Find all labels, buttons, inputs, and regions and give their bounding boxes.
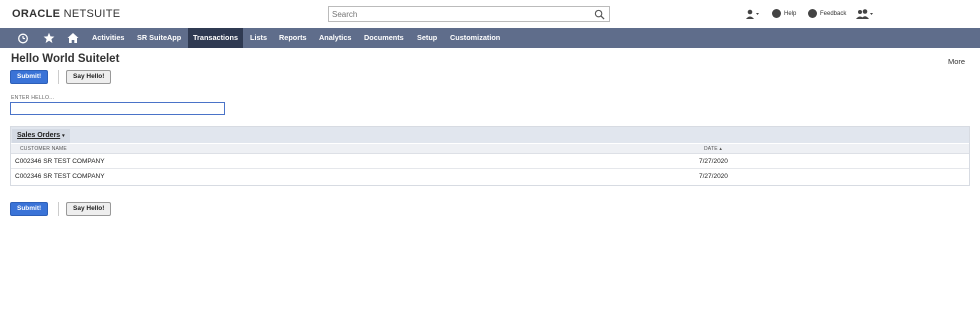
enter-hello-label: ENTER HELLO... <box>11 95 55 101</box>
feedback-icon <box>808 9 817 18</box>
page-title: Hello World Suitelet <box>11 53 120 65</box>
nav-lists[interactable]: Lists <box>245 28 272 48</box>
sublist-header: Sales Orders ▾ <box>11 127 969 143</box>
column-customer-name[interactable]: CUSTOMER NAME <box>20 146 67 152</box>
cell-date: 7/27/2020 <box>699 158 728 165</box>
oracle-netsuite-logo[interactable]: ORACLE NETSUITE <box>12 8 120 20</box>
nav-reports[interactable]: Reports <box>274 28 312 48</box>
nav-documents[interactable]: Documents <box>359 28 409 48</box>
help-link[interactable]: Help <box>772 9 796 18</box>
sublist-column-headers: CUSTOMER NAME DATE ▴ <box>11 144 969 154</box>
home-icon[interactable] <box>67 32 79 44</box>
submit-button-bottom[interactable]: Submit! <box>10 202 49 216</box>
search-input[interactable] <box>332 8 582 20</box>
nav-sr-suiteapp[interactable]: SR SuiteApp <box>132 28 186 48</box>
person-recent-icon <box>746 9 759 19</box>
feedback-link[interactable]: Feedback <box>808 9 846 18</box>
enter-hello-input[interactable] <box>10 102 225 115</box>
cell-customer-name: C002346 SR TEST COMPANY <box>15 158 105 165</box>
button-divider <box>58 70 59 84</box>
top-header: ORACLE NETSUITE Help Feedback <box>0 0 980 28</box>
column-date[interactable]: DATE ▴ <box>704 146 722 152</box>
star-favorites-icon[interactable] <box>43 32 55 44</box>
main-navigation: Activities SR SuiteApp Transactions List… <box>0 28 980 48</box>
button-divider <box>58 202 59 216</box>
tab-sales-orders[interactable]: Sales Orders ▾ <box>12 129 70 143</box>
user-role-icon <box>856 9 873 19</box>
nav-activities[interactable]: Activities <box>87 28 129 48</box>
cell-date: 7/27/2020 <box>699 173 728 180</box>
table-row[interactable]: C002346 SR TEST COMPANY 7/27/2020 <box>11 170 969 184</box>
global-search-box[interactable] <box>328 6 610 22</box>
dropdown-caret-icon: ▾ <box>62 133 65 139</box>
submit-button-top[interactable]: Submit! <box>10 70 49 84</box>
search-icon[interactable] <box>594 9 605 20</box>
nav-analytics[interactable]: Analytics <box>314 28 356 48</box>
more-menu-link[interactable]: More <box>948 57 965 66</box>
say-hello-button-top[interactable]: Say Hello! <box>66 70 112 84</box>
cell-customer-name: C002346 SR TEST COMPANY <box>15 173 105 180</box>
say-hello-button-bottom[interactable]: Say Hello! <box>66 202 112 216</box>
nav-transactions[interactable]: Transactions <box>188 28 244 48</box>
user-profile-menu[interactable] <box>856 9 874 19</box>
nav-setup[interactable]: Setup <box>412 28 442 48</box>
recent-history-icon[interactable] <box>17 32 29 44</box>
sales-orders-sublist: Sales Orders ▾ CUSTOMER NAME DATE ▴ C002… <box>10 126 970 186</box>
help-icon <box>772 9 781 18</box>
table-row[interactable]: C002346 SR TEST COMPANY 7/27/2020 <box>11 155 969 169</box>
nav-customization[interactable]: Customization <box>445 28 505 48</box>
recent-records-menu[interactable] <box>745 9 759 19</box>
